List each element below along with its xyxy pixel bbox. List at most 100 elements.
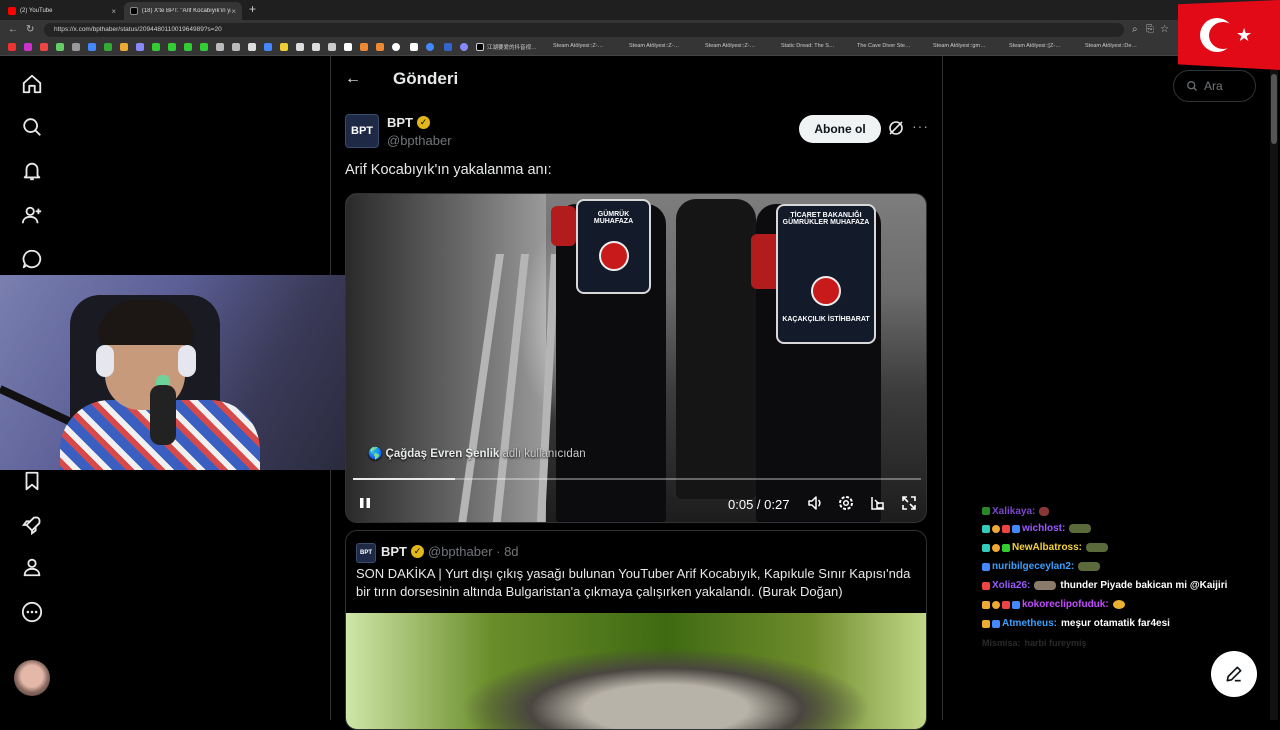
bookmark-label[interactable]: Steam Atölyesi::De… [1085,43,1137,49]
compose-post-button[interactable] [1211,651,1257,697]
new-tab-button[interactable]: + [249,2,256,16]
tab-label: (18) X'te BPT: "Arif Kocabıyık'ın yakala… [141,8,231,14]
close-icon[interactable]: × [111,7,116,16]
bookmark-icon[interactable] [200,43,208,51]
bookmark-icon[interactable] [312,43,320,51]
back-arrow-icon[interactable]: ← [345,70,361,88]
quoted-post-image[interactable] [346,613,926,729]
settings-gear-icon[interactable] [837,494,855,512]
notifications-bell-icon[interactable] [18,157,46,185]
quoted-author-name-text: BPT [381,544,407,559]
globe-icon: 🌎 [368,448,383,460]
fullscreen-icon[interactable] [900,494,918,512]
bookmark-icon[interactable] [460,43,468,51]
author-handle[interactable]: @bpthaber [387,133,452,148]
bookmark-icon[interactable] [248,43,256,51]
bookmark-icon[interactable] [264,43,272,51]
chat-badge-icon [982,507,990,515]
bookmarks-icon[interactable] [18,467,46,495]
bookmark-icon[interactable] [216,43,224,51]
video-attribution: 🌎 Çağdaş Evren Şenlik adlı kullanıcıdan [368,446,586,460]
zoom-icon[interactable]: ⌕ [1132,24,1138,35]
avatar-text: BPT [351,125,373,137]
bookmark-icon[interactable] [392,43,400,51]
video-progress-bar[interactable] [353,478,921,480]
bookmark-icon[interactable] [120,43,128,51]
bookmark-icon[interactable] [376,43,384,51]
chat-badge-icon [1012,600,1020,609]
bookmark-label[interactable]: Steam Atölyesi::gm… [933,43,986,49]
close-icon[interactable]: × [231,7,236,16]
explore-search-icon[interactable] [18,113,46,141]
page-title: Gönderi [393,69,459,88]
tab-youtube[interactable]: (2) YouTube × [2,2,122,20]
bookmark-icon[interactable] [72,43,80,51]
chat-badge-icon [1002,543,1010,552]
bookmark-icon[interactable] [232,43,240,51]
quoted-author-avatar[interactable]: BPT [356,543,376,563]
bookmark-label[interactable]: Steam Atölyesi::Z-… [705,43,755,49]
bookmark-icon[interactable] [8,43,16,51]
author-name[interactable]: BPT ✓ [387,115,430,130]
pause-icon[interactable] [358,496,372,510]
rocket-icon[interactable] [18,511,46,539]
webcam-overlay [0,275,345,470]
address-bar[interactable]: https://x.com/bpthaber/status/2094480110… [44,23,1124,37]
quoted-post[interactable]: BPT BPT ✓ @bpthaber · 8d SON DAKİKA | Yu… [345,530,927,730]
chat-badge-icon [982,581,990,590]
bookmark-label[interactable]: Steam Atölyesi::Z-… [553,43,603,49]
scrollbar-thumb[interactable] [1271,74,1277,144]
bookmark-icon[interactable] [344,43,352,51]
streamer-hair [98,300,193,345]
reload-icon[interactable]: ↻ [26,24,34,35]
home-icon[interactable] [18,70,46,98]
follow-button[interactable]: Abone ol [799,115,881,143]
bookmark-icon[interactable] [476,43,484,51]
profile-icon[interactable] [18,553,46,581]
search-input[interactable]: Ara [1173,70,1256,102]
bookmark-icon[interactable] [88,43,96,51]
bookmark-icon[interactable] [444,43,452,51]
page-scrollbar[interactable] [1270,70,1278,720]
picture-in-picture-icon[interactable] [869,494,887,512]
quoted-author-handle: @bpthaber · 8d [428,544,519,559]
bookmark-icon[interactable] [328,43,336,51]
bookmark-icon[interactable] [24,43,32,51]
attribution-user[interactable]: Çağdaş Evren Şenlik [386,448,500,460]
bookmark-icon[interactable] [360,43,368,51]
bookmark-icon[interactable] [56,43,64,51]
bookmark-icon[interactable] [104,43,112,51]
bookmark-label[interactable]: Steam Atölyesi::[Z-… [1009,43,1061,49]
author-avatar[interactable]: BPT [345,114,379,148]
more-options-icon[interactable]: ··· [912,118,929,134]
bookmark-label[interactable]: The Cave Diver Ste… [857,43,911,49]
bookmark-icon[interactable] [410,43,418,51]
bookmark-icon[interactable] [168,43,176,51]
follow-user-icon[interactable] [18,201,46,229]
bookmark-icon[interactable] [184,43,192,51]
chat-badge-icon [1002,600,1010,609]
bookmark-icon[interactable] [152,43,160,51]
bookmark-icon[interactable] [296,43,304,51]
share-icon[interactable]: ⎘ [1146,24,1154,35]
bookmark-icon[interactable] [426,43,434,51]
bookmark-label[interactable]: Steam Atölyesi::Z-… [629,43,679,49]
account-avatar[interactable] [14,660,50,696]
messages-chat-icon[interactable] [18,245,46,273]
volume-icon[interactable] [806,494,824,512]
bookmark-label[interactable]: Static Dread: The S… [781,43,834,49]
video-player[interactable]: GÜMRÜK MUHAFAZA TİCARET BAKANLIĞI GÜMRÜK… [345,193,927,523]
tab-x-post[interactable]: (18) X'te BPT: "Arif Kocabıyık'ın yakala… [124,2,242,20]
bookmark-icon[interactable] [280,43,288,51]
chat-badge-icon [992,524,1000,533]
quoted-author-name[interactable]: BPT ✓ [381,544,424,559]
attribution-suffix: adlı kullanıcıdan [499,448,586,460]
bookmark-icon[interactable] [136,43,144,51]
bookmark-icon[interactable] [40,43,48,51]
grok-icon[interactable] [888,120,904,136]
chat-message: kokoreclipofuduk: [982,595,1262,614]
bookmark-star-icon[interactable]: ☆ [1160,24,1169,35]
more-options-icon[interactable] [18,598,46,626]
back-icon[interactable]: ← [8,24,18,35]
bookmark-label[interactable]: 江湖要爱的抖音视… [487,43,537,51]
